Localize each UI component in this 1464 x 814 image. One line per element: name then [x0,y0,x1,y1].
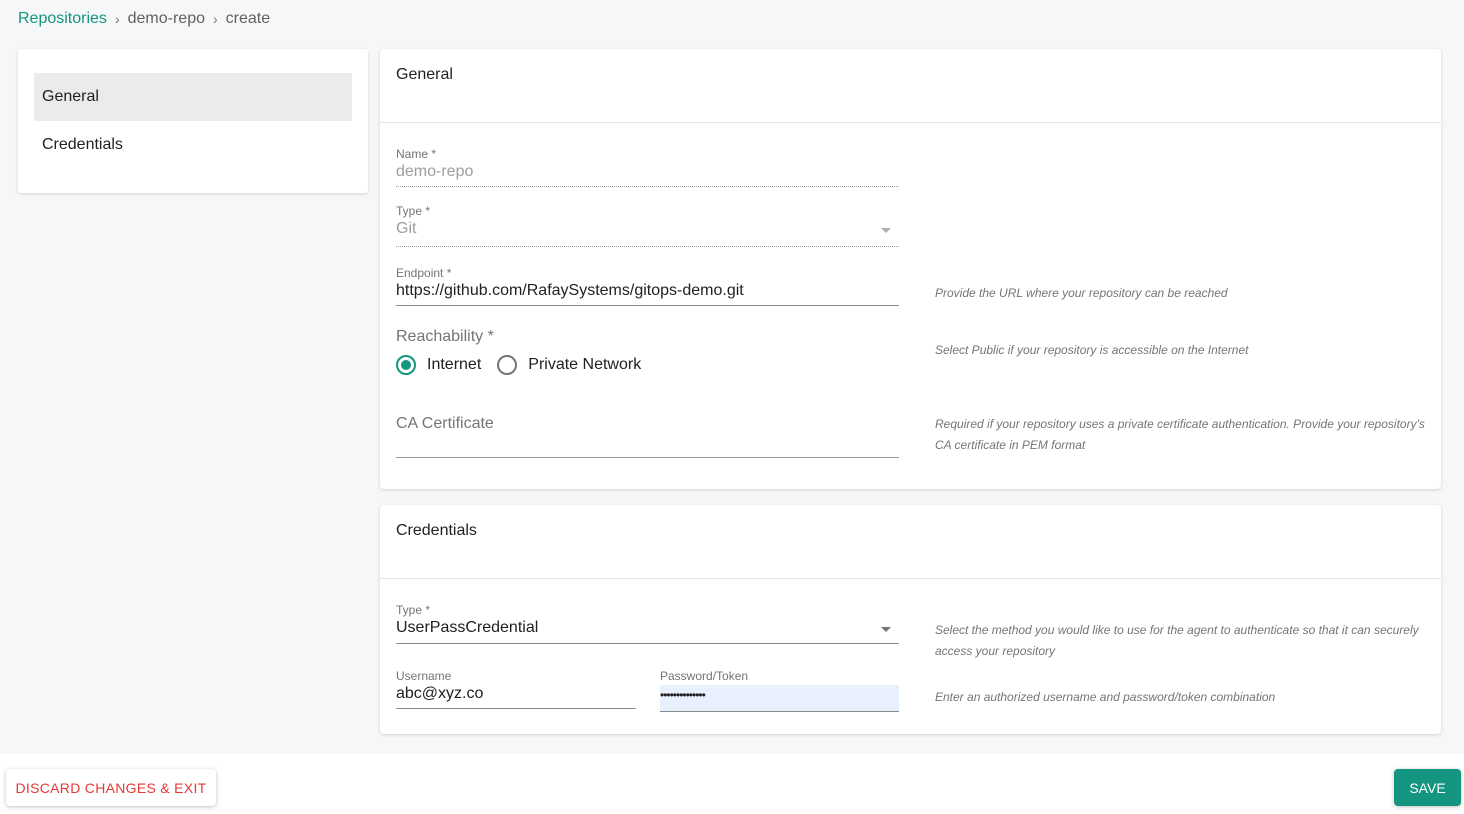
reachability-field: Reachability * Internet Private Network [396,328,899,375]
reachability-label: Reachability * [396,328,494,345]
breadcrumb-separator: › [114,11,120,27]
radio-private-network-label[interactable]: Private Network [528,356,641,374]
type-select: Git [396,220,899,247]
section-nav: General Credentials [18,49,368,193]
credentials-help: Enter an authorized username and passwor… [935,690,1276,704]
breadcrumb: Repositories › demo-repo › create [18,10,270,28]
radio-private-network[interactable] [497,355,518,375]
chevron-down-icon [881,228,891,233]
breadcrumb-separator: › [212,11,218,27]
discard-changes-button[interactable]: DISCARD CHANGES & EXIT [6,769,216,806]
endpoint-input[interactable]: https://github.com/RafaySystems/gitops-d… [396,282,899,306]
radio-internet-label[interactable]: Internet [427,356,481,374]
reachability-radio-group: Internet Private Network [396,355,899,375]
name-field: Name * demo-repo [396,147,899,187]
endpoint-help: Provide the URL where your repository ca… [935,286,1228,300]
endpoint-label: Endpoint * [396,266,452,280]
breadcrumb-demo-repo: demo-repo [127,10,205,27]
breadcrumb-repositories[interactable]: Repositories [18,10,107,28]
username-label: Username [396,669,452,683]
name-label: Name * [396,147,437,161]
ca-certificate-field[interactable]: CA Certificate [396,415,899,458]
footer-bar: DISCARD CHANGES & EXIT SAVE [0,754,1464,814]
sidebar-item-label: General [42,88,99,105]
type-select-value: Git [396,220,417,237]
credentials-card: Credentials Type * UserPassCredential Se… [380,505,1441,734]
sidebar-item-general[interactable]: General [34,73,352,121]
credentials-card-title: Credentials [380,505,1441,579]
credential-type-help: Select the method you would like to use … [935,623,1419,658]
credential-type-select[interactable]: UserPassCredential [396,619,899,644]
endpoint-field: Endpoint * https://github.com/RafaySyste… [396,266,899,306]
general-card-title: General [380,49,1441,123]
type-label: Type * [396,204,431,218]
chevron-down-icon [881,627,891,632]
reachability-help: Select Public if your repository is acce… [935,343,1249,357]
credential-type-value: UserPassCredential [396,619,539,636]
password-input[interactable]: •••••••••••••• [660,685,899,712]
type-field: Type * Git [396,204,899,247]
ca-certificate-input[interactable]: CA Certificate [396,415,899,458]
save-button[interactable]: SAVE [1394,769,1461,806]
sidebar-item-credentials[interactable]: Credentials [34,121,352,169]
password-field: Password/Token •••••••••••••• [660,669,899,712]
sidebar-item-label: Credentials [42,136,123,153]
credential-type-label: Type * [396,603,431,617]
credential-type-field: Type * UserPassCredential [396,603,899,644]
username-input[interactable]: abc@xyz.co [396,685,636,709]
general-card: General Name * demo-repo Type * Git Endp… [380,49,1441,489]
ca-certificate-help: Required if your repository uses a priva… [935,417,1425,452]
name-input: demo-repo [396,163,899,187]
username-field: Username abc@xyz.co [396,669,636,709]
password-label: Password/Token [660,669,749,683]
radio-internet[interactable] [396,355,416,375]
breadcrumb-create: create [225,10,271,27]
